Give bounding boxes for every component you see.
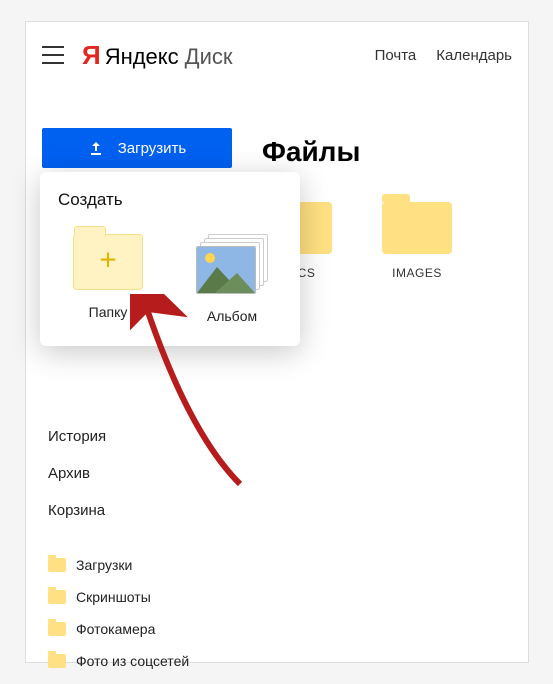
logo-product: Диск — [185, 44, 233, 70]
logo[interactable]: Я Яндекс Диск — [82, 40, 233, 71]
sidebar-folder-screenshots[interactable]: Скриншоты — [42, 581, 242, 613]
calendar-link[interactable]: Календарь — [436, 47, 512, 64]
folder-icon — [48, 558, 66, 572]
popup-items: Папку Альбом — [58, 234, 282, 324]
sidebar-folder-camera[interactable]: Фотокамера — [42, 613, 242, 645]
option-label: Папку — [89, 304, 128, 320]
upload-button[interactable]: Загрузить — [42, 128, 232, 168]
new-folder-icon — [73, 234, 143, 290]
folder-icon — [48, 654, 66, 668]
album-icon — [196, 234, 268, 294]
sidebar-folder-downloads[interactable]: Загрузки — [42, 549, 242, 581]
upload-icon — [88, 140, 104, 156]
folder-list: Загрузки Скриншоты Фотокамера Фото из со… — [42, 549, 242, 677]
nav-list: История Архив Корзина — [42, 418, 242, 529]
upload-label: Загрузить — [118, 140, 187, 157]
create-folder-option[interactable]: Папку — [63, 234, 153, 324]
sidebar-folder-social[interactable]: Фото из соцсетей — [42, 645, 242, 677]
menu-icon[interactable] — [42, 46, 64, 64]
folder-label: Фото из соцсетей — [76, 653, 189, 669]
header: Я Яндекс Диск Почта Календарь — [26, 22, 528, 88]
logo-brand: Яндекс — [105, 44, 179, 70]
folder-label: Скриншоты — [76, 589, 151, 605]
folder-icon — [48, 590, 66, 604]
file-label: IMAGES — [392, 266, 442, 280]
folder-icon — [382, 202, 452, 254]
folder-label: Фотокамера — [76, 621, 155, 637]
file-item-images[interactable]: IMAGES — [382, 202, 452, 280]
sidebar-item-history[interactable]: История — [42, 418, 242, 455]
page-title: Файлы — [262, 136, 512, 168]
folder-icon — [48, 622, 66, 636]
logo-mark: Я — [82, 40, 101, 71]
popup-title: Создать — [58, 190, 282, 210]
mail-link[interactable]: Почта — [375, 47, 417, 64]
sidebar-item-trash[interactable]: Корзина — [42, 492, 242, 529]
header-links: Почта Календарь — [375, 47, 512, 64]
option-label: Альбом — [207, 308, 257, 324]
folder-label: Загрузки — [76, 557, 132, 573]
sidebar-item-archive[interactable]: Архив — [42, 455, 242, 492]
create-popup: Создать Папку Альбом — [40, 172, 300, 346]
create-album-option[interactable]: Альбом — [187, 234, 277, 324]
